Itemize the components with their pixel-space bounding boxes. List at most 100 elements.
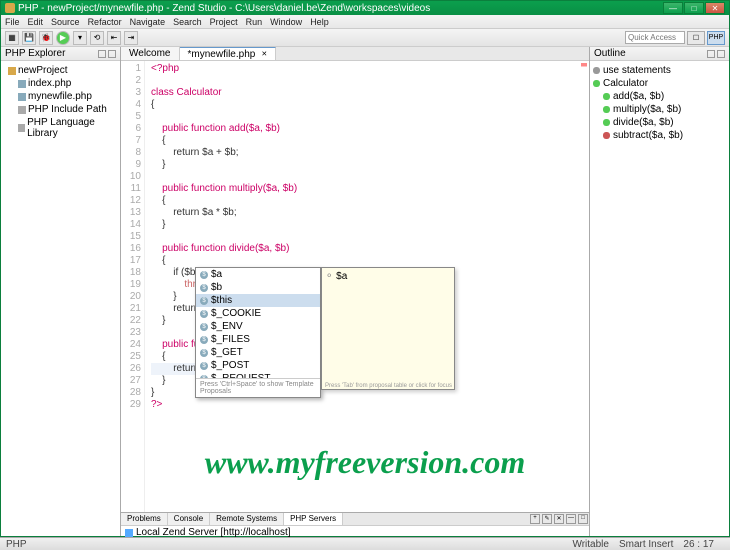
- outline-min-icon[interactable]: [717, 50, 725, 58]
- method-icon: [593, 80, 600, 87]
- file-icon: [18, 124, 25, 132]
- run-button[interactable]: ▶: [56, 31, 70, 45]
- menu-search[interactable]: Search: [173, 17, 202, 27]
- outline-item[interactable]: multiply($a, $b): [593, 103, 726, 116]
- status-bar: PHP Writable Smart Insert 26 : 17: [0, 537, 730, 550]
- error-marker: [581, 63, 587, 243]
- editor-tabs: Welcome *mynewfile.php✕: [121, 47, 589, 61]
- outline-item[interactable]: use statements: [593, 64, 726, 77]
- php-perspective-button[interactable]: PHP: [707, 31, 725, 45]
- autocomplete-popup[interactable]: $$a$$b$$this$$_COOKIE$$_ENV$$_FILES$$_GE…: [195, 267, 321, 398]
- autocomplete-item[interactable]: $$this: [196, 294, 320, 307]
- tab-problems[interactable]: Problems: [121, 513, 168, 525]
- autocomplete-item[interactable]: $$_POST: [196, 359, 320, 372]
- close-button[interactable]: ✕: [705, 2, 725, 14]
- tab-mynewfile[interactable]: *mynewfile.php✕: [180, 47, 277, 60]
- line-gutter: 1234567891011121314151617181920212223242…: [121, 61, 145, 512]
- php-explorer-pane: PHP Explorer newProjectindex.phpmynewfil…: [1, 47, 121, 536]
- tool-button-3[interactable]: ⇤: [107, 31, 121, 45]
- window-title: PHP - newProject/mynewfile.php - Zend St…: [18, 3, 430, 14]
- file-icon: [18, 106, 26, 114]
- menu-navigate[interactable]: Navigate: [130, 17, 166, 27]
- tree-item[interactable]: newProject: [4, 64, 117, 77]
- php-explorer-title: PHP Explorer: [5, 48, 65, 59]
- bottom-delete-icon[interactable]: ✕: [554, 514, 564, 524]
- tool-button-4[interactable]: ⇥: [124, 31, 138, 45]
- menu-window[interactable]: Window: [270, 17, 302, 27]
- outline-item[interactable]: add($a, $b): [593, 90, 726, 103]
- bottom-add-icon[interactable]: +: [530, 514, 540, 524]
- menu-project[interactable]: Project: [210, 17, 238, 27]
- tab-welcome[interactable]: Welcome: [121, 47, 180, 60]
- method-icon: [603, 119, 610, 126]
- variable-icon: $: [200, 297, 208, 305]
- tab-remote-systems[interactable]: Remote Systems: [210, 513, 284, 525]
- autocomplete-doc: ⚬ $a Press 'Tab' from proposal table or …: [321, 267, 455, 390]
- view-menu-icon[interactable]: [98, 50, 106, 58]
- menu-source[interactable]: Source: [51, 17, 80, 27]
- tab-php-servers[interactable]: PHP Servers: [284, 513, 343, 525]
- status-insert: Smart Insert: [619, 539, 673, 550]
- outline-item[interactable]: divide($a, $b): [593, 116, 726, 129]
- method-icon: [603, 93, 610, 100]
- outline-title: Outline: [594, 48, 626, 59]
- status-position: 26 : 17: [683, 539, 714, 550]
- method-icon: [603, 106, 610, 113]
- autocomplete-item[interactable]: $$b: [196, 281, 320, 294]
- tab-console[interactable]: Console: [168, 513, 210, 525]
- autocomplete-item[interactable]: $$a: [196, 268, 320, 281]
- toolbar: ▦ 💾 🐞 ▶ ▾ ⟲ ⇤ ⇥ ☐ PHP: [1, 29, 729, 47]
- file-icon: [8, 67, 16, 75]
- autocomplete-item[interactable]: $$_FILES: [196, 333, 320, 346]
- bottom-min-icon[interactable]: —: [566, 514, 576, 524]
- open-perspective-button[interactable]: ☐: [687, 31, 705, 45]
- autocomplete-item[interactable]: $$_ENV: [196, 320, 320, 333]
- bottom-edit-icon[interactable]: ✎: [542, 514, 552, 524]
- menu-bar: File Edit Source Refactor Navigate Searc…: [1, 15, 729, 29]
- outline-menu-icon[interactable]: [707, 50, 715, 58]
- menu-edit[interactable]: Edit: [28, 17, 44, 27]
- tool-button-2[interactable]: ⟲: [90, 31, 104, 45]
- variable-icon: $: [200, 362, 208, 370]
- minimize-view-icon[interactable]: [108, 50, 116, 58]
- app-icon: [5, 3, 15, 13]
- variable-icon: $: [200, 271, 208, 279]
- method-icon: [603, 132, 610, 139]
- menu-file[interactable]: File: [5, 17, 20, 27]
- tree-item[interactable]: index.php: [4, 77, 117, 90]
- file-icon: [18, 93, 26, 101]
- menu-refactor[interactable]: Refactor: [88, 17, 122, 27]
- title-bar: PHP - newProject/mynewfile.php - Zend St…: [1, 1, 729, 15]
- outline-item[interactable]: Calculator: [593, 77, 726, 90]
- tree-item[interactable]: PHP Language Library: [4, 116, 117, 140]
- autocomplete-item[interactable]: $$_COOKIE: [196, 307, 320, 320]
- menu-help[interactable]: Help: [310, 17, 329, 27]
- tree-item[interactable]: mynewfile.php: [4, 90, 117, 103]
- variable-icon: $: [200, 310, 208, 318]
- server-icon: [125, 529, 133, 537]
- debug-button[interactable]: 🐞: [39, 31, 53, 45]
- status-left: PHP: [6, 539, 27, 550]
- variable-icon: $: [200, 336, 208, 344]
- tree-item[interactable]: PHP Include Path: [4, 103, 117, 116]
- bottom-pane: Problems Console Remote Systems PHP Serv…: [121, 512, 589, 536]
- tool-button[interactable]: ▾: [73, 31, 87, 45]
- save-button[interactable]: 💾: [22, 31, 36, 45]
- outline-item[interactable]: subtract($a, $b): [593, 129, 726, 142]
- menu-run[interactable]: Run: [246, 17, 263, 27]
- variable-icon: $: [200, 323, 208, 331]
- variable-icon: $: [200, 349, 208, 357]
- file-icon: [18, 80, 26, 88]
- status-writable: Writable: [572, 539, 609, 550]
- minimize-button[interactable]: —: [663, 2, 683, 14]
- outline-pane: Outline use statementsCalculatoradd($a, …: [589, 47, 729, 536]
- autocomplete-hint: Press 'Ctrl+Space' to show Template Prop…: [196, 378, 320, 397]
- close-tab-icon[interactable]: ✕: [261, 50, 267, 58]
- variable-icon: $: [200, 375, 208, 379]
- variable-icon: $: [200, 284, 208, 292]
- maximize-button[interactable]: □: [684, 2, 704, 14]
- bottom-max-icon[interactable]: □: [578, 514, 588, 524]
- new-button[interactable]: ▦: [5, 31, 19, 45]
- quick-access-input[interactable]: [625, 31, 685, 44]
- autocomplete-item[interactable]: $$_GET: [196, 346, 320, 359]
